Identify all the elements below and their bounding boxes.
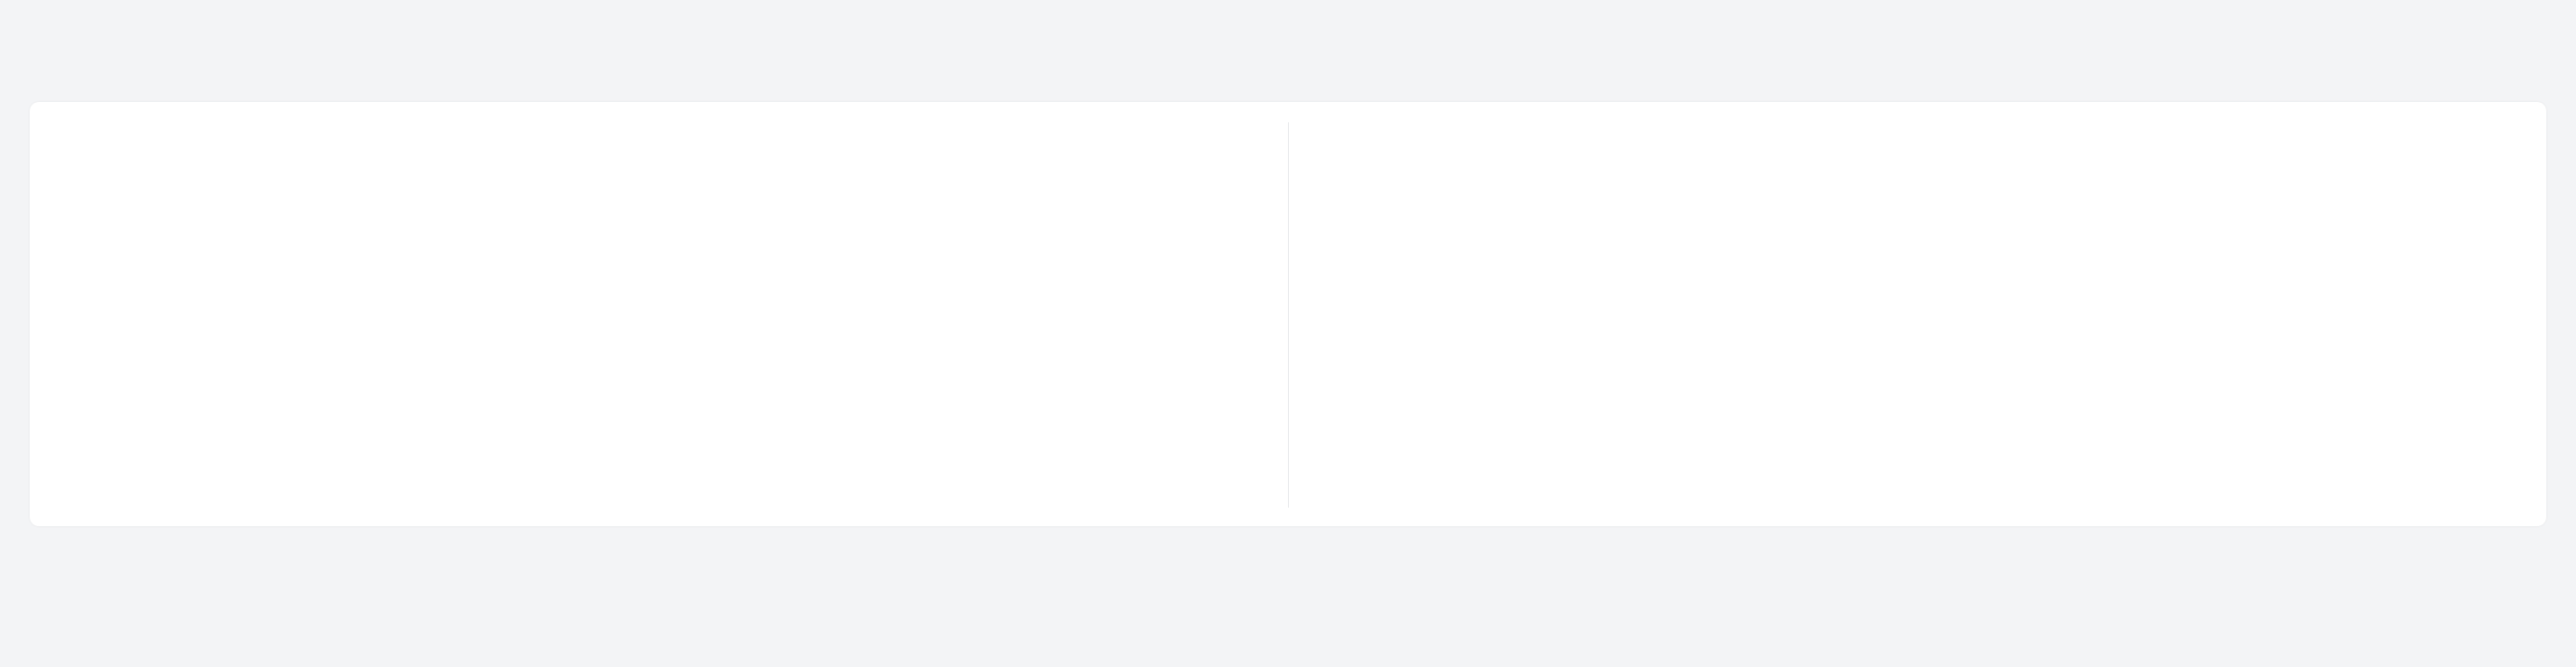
- crashes-chart: [57, 128, 1262, 508]
- errors-card: [1315, 122, 2520, 508]
- crashes-card: [57, 122, 1262, 508]
- errors-chart: [1315, 128, 2520, 508]
- charts-panel: [30, 102, 2546, 526]
- card-divider: [1288, 122, 1289, 508]
- filter-tabs: [30, 37, 2546, 69]
